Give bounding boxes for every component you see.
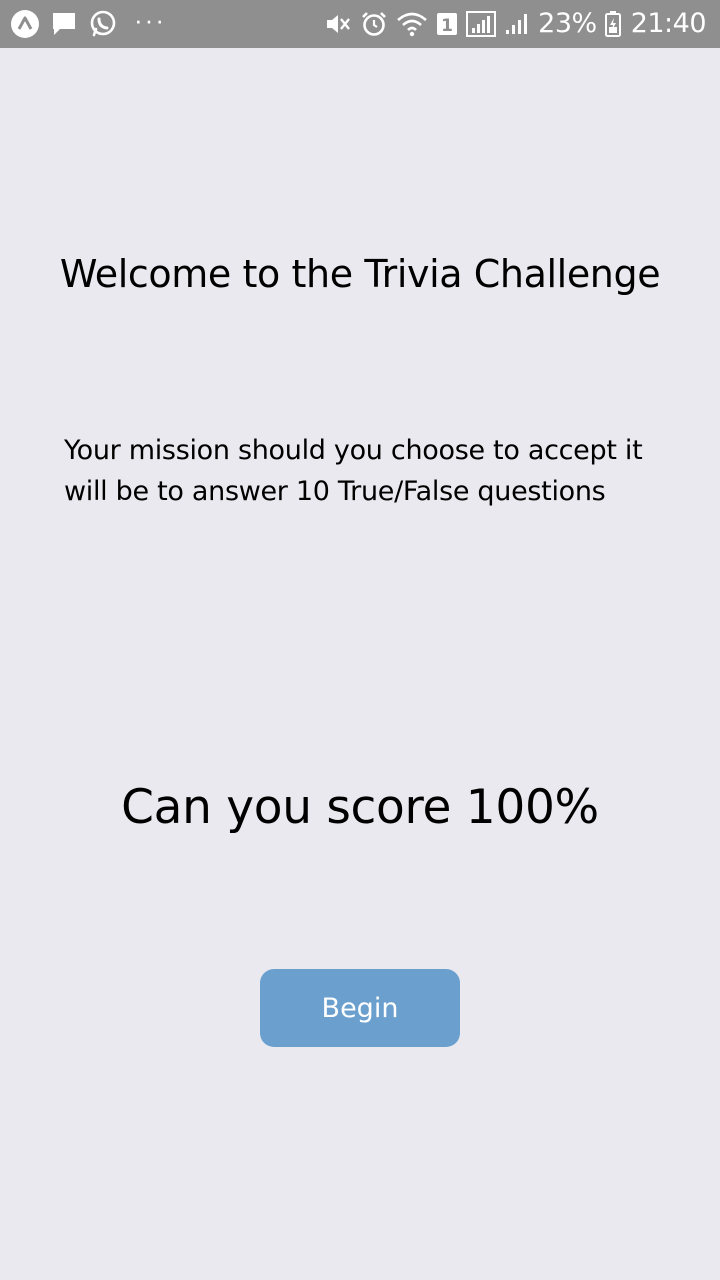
alarm-icon [360,10,388,38]
whatsapp-icon [88,9,118,39]
message-icon [50,10,78,38]
clock: 21:40 [630,8,707,39]
status-bar-system: 1 23% 21:40 [324,7,707,41]
more-notifications-icon: ··· [134,5,166,35]
battery-icon [604,10,621,38]
battery-percent: 23% [538,8,597,39]
app-notification-icon [10,9,40,39]
svg-text:1: 1 [441,16,453,36]
signal-sim1-icon [466,10,497,38]
status-bar: ··· 1 23% 21:40 [0,0,720,48]
signal-sim2-icon [504,10,530,38]
mission-line-2: will be to answer 10 True/False question… [64,476,606,507]
wifi-icon [396,10,428,38]
challenge-text: Can you score 100% [121,780,599,835]
welcome-title: Welcome to the Trivia Challenge [59,252,661,296]
begin-button[interactable]: Begin [260,969,460,1047]
status-bar-notifications: ··· [10,7,166,41]
mission-text: Your mission should you choose to accept… [64,430,674,512]
mute-icon [324,10,352,38]
sim-1-icon: 1 [436,10,458,38]
mission-line-1: Your mission should you choose to accept… [64,435,643,466]
